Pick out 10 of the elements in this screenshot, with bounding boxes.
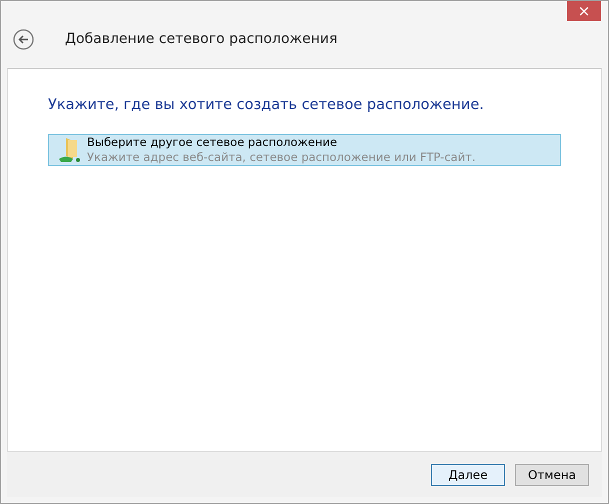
folder-icon <box>58 136 82 164</box>
option-title: Выберите другое сетевое расположение <box>87 134 338 150</box>
option-description: Укажите адрес веб-сайта, сетевое расположение или FTP-сайт. <box>87 150 476 165</box>
back-icon[interactable] <box>13 29 34 50</box>
next-button[interactable]: Далее <box>431 464 505 486</box>
cancel-button[interactable]: Отмена <box>515 464 589 486</box>
window-title: Добавление сетевого расположения <box>65 30 338 49</box>
close-button[interactable]: × <box>567 1 601 21</box>
network-location-option[interactable]: Выберите другое сетевое расположение Укажите адрес веб-сайта, сетевое расположение или FTP-сайт. <box>48 134 561 166</box>
instruction-heading: Укажите, где вы хотите создать сетевое расположение. <box>48 96 485 115</box>
